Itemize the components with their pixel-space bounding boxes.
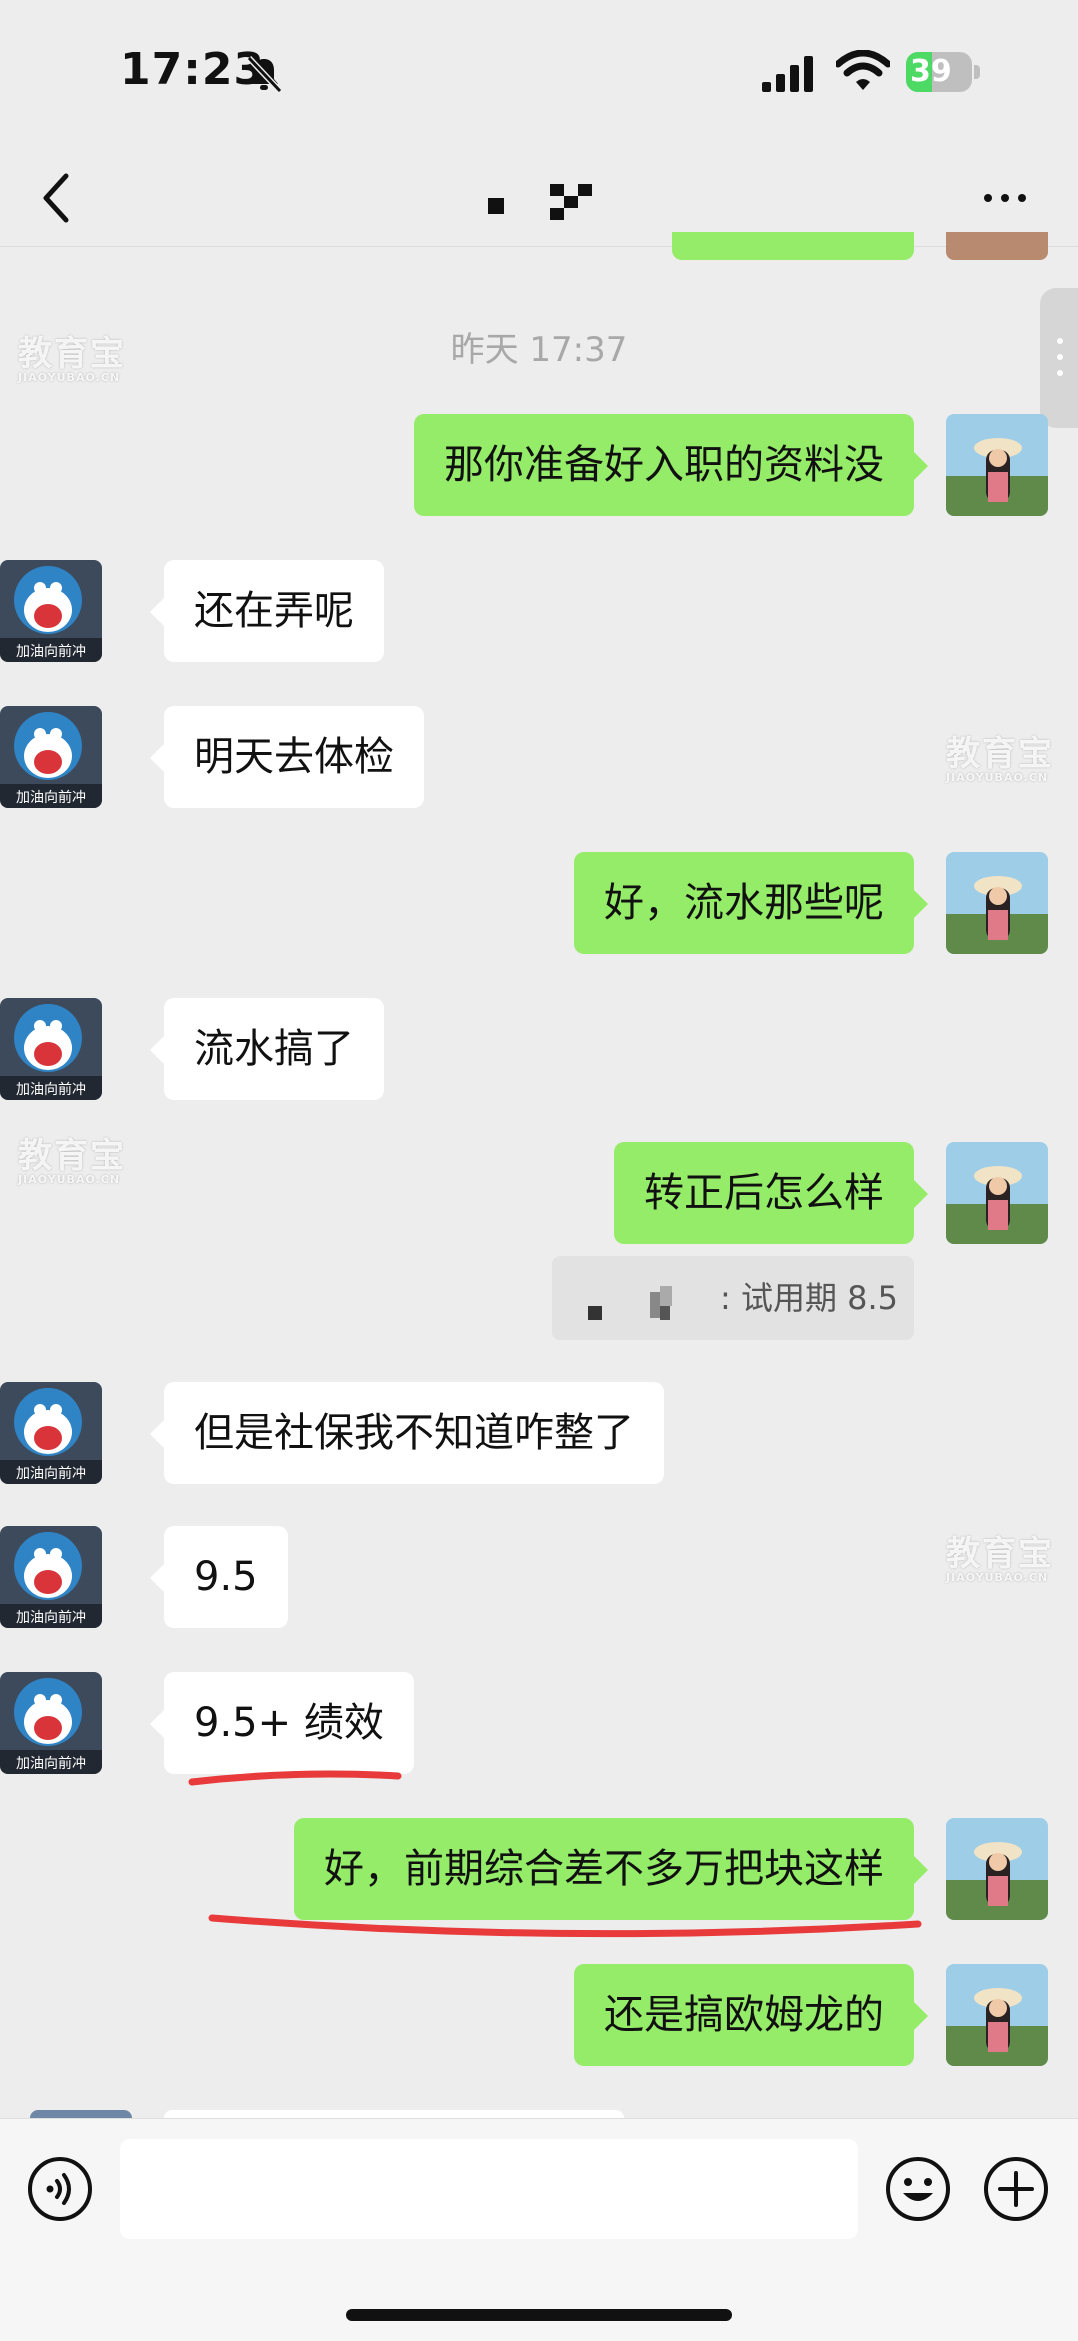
avatar-caption: 加油向前冲: [16, 1081, 86, 1098]
avatar-caption: 加油向前冲: [16, 1755, 86, 1772]
back-chevron-icon[interactable]: [36, 168, 76, 228]
plus-icon[interactable]: [982, 2155, 1050, 2223]
message-bubble-self[interactable]: 还是搞欧姆龙的: [574, 1964, 928, 2066]
red-underline-annotation: [208, 1914, 922, 1938]
quoted-message[interactable]: : 试用期 8.5: [552, 1256, 914, 1340]
message-bubble-contact[interactable]: 但是社保我不知道咋整了: [150, 1382, 664, 1484]
battery-icon: 39: [906, 52, 982, 92]
red-underline-annotation: [188, 1770, 402, 1786]
avatar-self[interactable]: [946, 1142, 1048, 1244]
message-bubble-contact[interactable]: 9.5+ 绩效: [150, 1672, 414, 1774]
avatar-contact[interactable]: 加油向前冲: [0, 1382, 102, 1484]
message-bubble-self[interactable]: 好，流水那些呢: [574, 852, 928, 954]
input-bar: [0, 2118, 1078, 2341]
message-bubble-self[interactable]: 好，前期综合差不多万把块这样: [294, 1818, 928, 1920]
message-bubble-partial: [672, 232, 914, 260]
more-dots-icon[interactable]: [980, 178, 1030, 218]
home-indicator[interactable]: [346, 2309, 732, 2321]
avatar-caption: 加油向前冲: [16, 789, 86, 806]
chat-timestamp: 昨天 17:37: [450, 330, 628, 370]
watermark: 教育宝JIAOYUBAO.CN: [946, 1534, 1054, 1584]
avatar-contact[interactable]: 加油向前冲: [0, 998, 102, 1100]
avatar-self[interactable]: [946, 414, 1048, 516]
avatar-partial: [30, 2110, 132, 2118]
avatar-self[interactable]: [946, 1964, 1048, 2066]
message-bubble-contact[interactable]: 流水搞了: [150, 998, 384, 1100]
message-bubble-self[interactable]: 那你准备好入职的资料没: [414, 414, 928, 516]
watermark: 教育宝JIAOYUBAO.CN: [946, 734, 1054, 784]
avatar-caption: 加油向前冲: [16, 1465, 86, 1482]
message-bubble-contact[interactable]: 9.5: [150, 1526, 288, 1628]
chat-nav-bar: [0, 150, 1078, 247]
signal-icon: [762, 56, 813, 92]
watermark: 教育宝JIAOYUBAO.CN: [18, 1136, 126, 1186]
quote-text: : 试用期 8.5: [720, 1279, 899, 1317]
avatar-self[interactable]: [946, 852, 1048, 954]
message-bubble-self[interactable]: 转正后怎么样: [614, 1142, 928, 1244]
battery-percent: 39: [910, 54, 952, 89]
avatar-contact[interactable]: 加油向前冲: [0, 706, 102, 808]
avatar-contact[interactable]: 加油向前冲: [0, 1526, 102, 1628]
message-bubble-contact[interactable]: 明天去体检: [150, 706, 424, 808]
status-bar: 17:23 39: [0, 0, 1078, 150]
avatar-caption: 加油向前冲: [16, 1609, 86, 1626]
message-bubble-partial: [164, 2110, 624, 2118]
message-input[interactable]: [120, 2139, 858, 2239]
avatar-self[interactable]: [946, 1818, 1048, 1920]
bell-slash-icon: [246, 55, 283, 94]
contact-name-obscured: [480, 180, 610, 220]
voice-icon[interactable]: [26, 2155, 94, 2223]
wifi-icon: [836, 50, 890, 90]
message-bubble-contact[interactable]: 还在弄呢: [150, 560, 384, 662]
watermark: 教育宝JIAOYUBAO.CN: [18, 334, 126, 384]
avatar-contact[interactable]: 加油向前冲: [0, 1672, 102, 1774]
avatar-caption: 加油向前冲: [16, 643, 86, 660]
avatar-contact[interactable]: 加油向前冲: [0, 560, 102, 662]
emoji-icon[interactable]: [884, 2155, 952, 2223]
avatar-partial: [946, 232, 1048, 260]
